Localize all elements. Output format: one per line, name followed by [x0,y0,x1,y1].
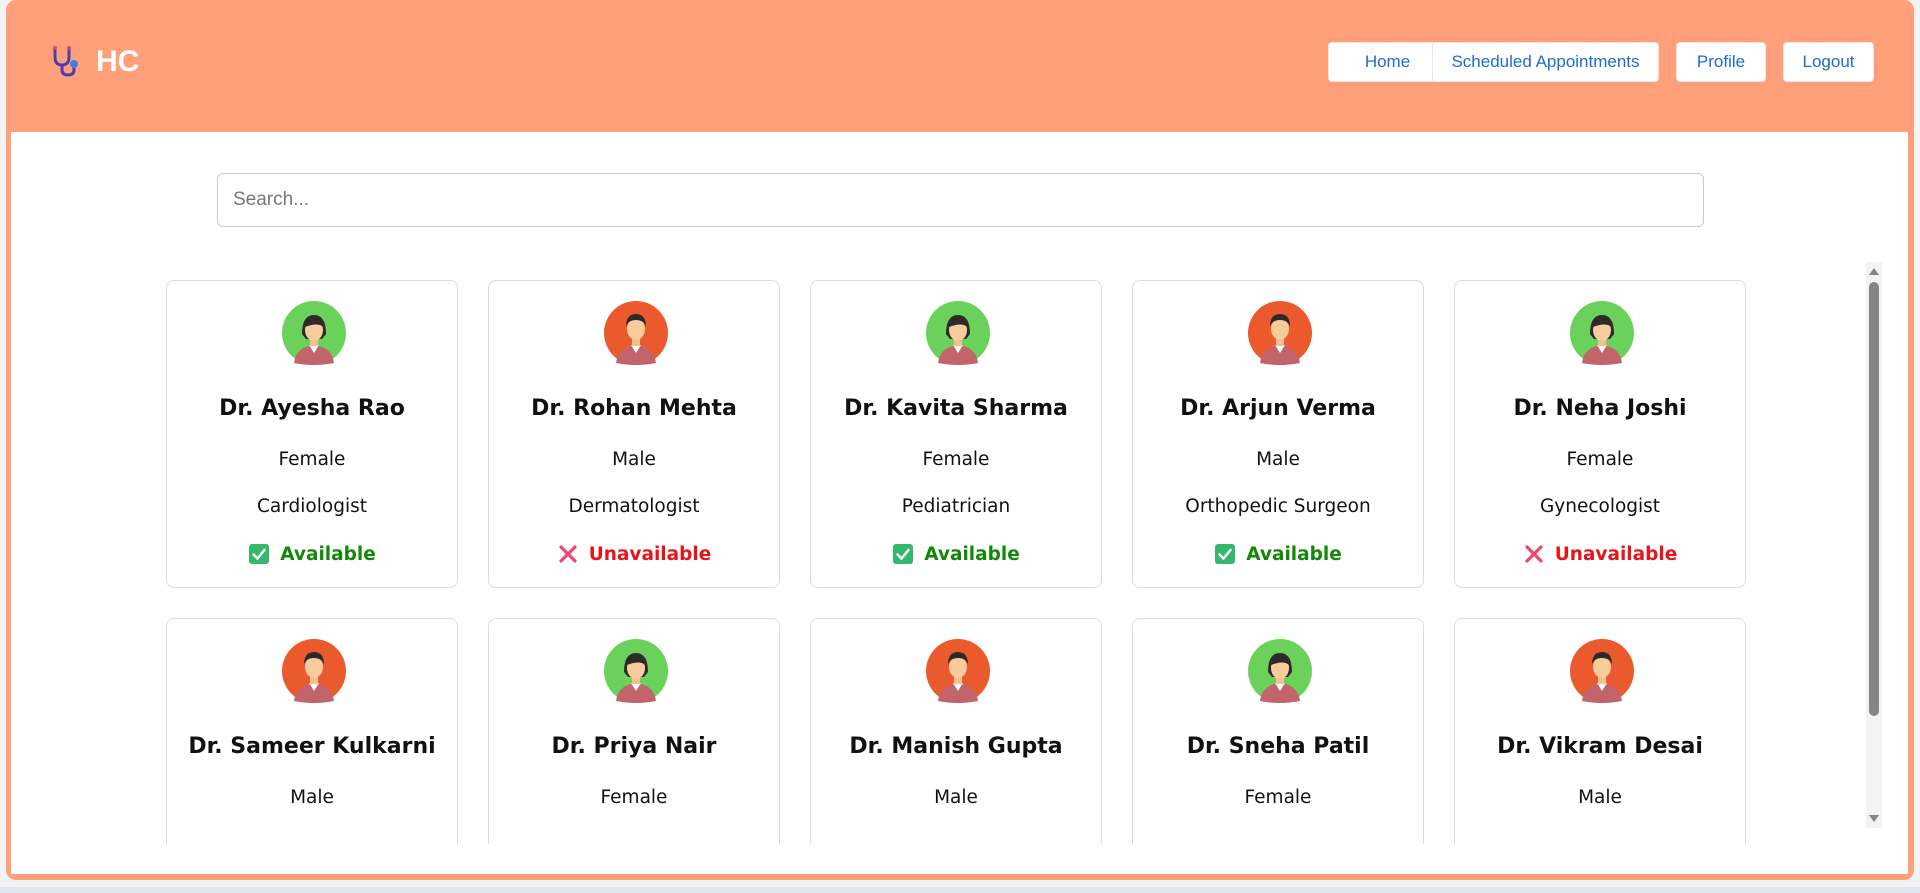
doctor-card[interactable]: Dr. Sameer Kulkarni Male [166,618,458,844]
female-avatar-icon [282,301,346,365]
doctor-card[interactable]: Dr. Neha Joshi Female Gynecologist Unava… [1454,280,1746,588]
male-avatar-icon [604,301,668,365]
nav-home-button[interactable]: Home [1328,42,1447,82]
doctor-name: Dr. Sneha Patil [1186,734,1370,759]
male-avatar-icon [1570,639,1634,703]
male-avatar-icon [1248,301,1312,365]
doctor-gender: Male [1256,449,1300,470]
brand[interactable]: HC [48,44,139,80]
status-label: Unavailable [588,543,712,565]
doctor-gender: Male [290,787,334,808]
nav-appointments-button[interactable]: Scheduled Appointments [1432,42,1659,82]
availability-status: Available [1133,543,1423,565]
doctor-name: Dr. Rohan Mehta [531,396,737,421]
cross-icon [1525,545,1543,563]
doctor-card[interactable]: Dr. Rohan Mehta Male Dermatologist Unava… [488,280,780,588]
status-label: Available [1246,543,1342,565]
bottom-strip [0,887,1920,893]
doctor-specialty: Gynecologist [1539,496,1661,517]
grid-scrollbar[interactable] [1866,262,1882,828]
doctor-name: Dr. Neha Joshi [1513,396,1687,421]
nav-logout-button[interactable]: Logout [1783,42,1874,82]
doctor-card[interactable]: Dr. Kavita Sharma Female Pediatrician Av… [810,280,1102,588]
status-label: Available [924,543,1020,565]
status-label: Unavailable [1554,543,1678,565]
doctor-name: Dr. Arjun Verma [1180,396,1376,421]
availability-status: Unavailable [1455,543,1745,565]
doctor-name: Dr. Kavita Sharma [844,396,1068,421]
female-avatar-icon [1570,301,1634,365]
doctor-name: Dr. Priya Nair [551,734,717,759]
doctor-card[interactable]: Dr. Sneha Patil Female [1132,618,1424,844]
search-input[interactable] [217,173,1704,227]
main-content: Dr. Ayesha Rao Female Cardiologist Avail… [11,132,1908,874]
check-icon [1215,544,1236,564]
doctor-gender: Female [1244,787,1312,808]
female-avatar-icon [604,639,668,703]
status-label: Available [280,543,376,565]
doctor-gender: Female [1566,449,1634,470]
scrollbar-thumb[interactable] [1869,282,1879,716]
header: HC Home Scheduled Appointments Profile L… [6,0,1914,132]
doctor-name: Dr. Vikram Desai [1497,734,1703,759]
doctor-specialty: Dermatologist [568,496,700,517]
male-avatar-icon [926,639,990,703]
doctor-gender: Male [612,449,656,470]
availability-status: Available [167,543,457,565]
doctor-card[interactable]: Dr. Vikram Desai Male [1454,618,1746,844]
brand-name: HC [96,45,140,78]
availability-status: Available [811,543,1101,565]
nav-profile-button[interactable]: Profile [1676,42,1766,82]
doctor-name: Dr. Manish Gupta [849,734,1063,759]
doctor-card[interactable]: Dr. Manish Gupta Male [810,618,1102,844]
stethoscope-icon [53,46,78,77]
male-avatar-icon [282,639,346,703]
doctor-gender: Female [922,449,990,470]
app-frame: HC Home Scheduled Appointments Profile L… [6,0,1914,880]
availability-status: Unavailable [489,543,779,565]
doctor-specialty: Pediatrician [901,496,1011,517]
doctor-name: Dr. Ayesha Rao [219,396,405,421]
scroll-up-arrow-icon[interactable] [1868,266,1880,276]
doctor-specialty: Orthopedic Surgeon [1185,496,1371,517]
doctor-card[interactable]: Dr. Ayesha Rao Female Cardiologist Avail… [166,280,458,588]
doctor-card[interactable]: Dr. Arjun Verma Male Orthopedic Surgeon … [1132,280,1424,588]
check-icon [893,544,914,564]
cross-icon [559,545,577,563]
doctor-gender: Male [1578,787,1622,808]
female-avatar-icon [926,301,990,365]
scroll-down-arrow-icon[interactable] [1868,814,1880,824]
doctor-gender: Female [600,787,668,808]
doctor-gender: Female [278,449,346,470]
female-avatar-icon [1248,639,1312,703]
doctor-name: Dr. Sameer Kulkarni [188,734,436,759]
doctor-card[interactable]: Dr. Priya Nair Female [488,618,780,844]
check-icon [249,544,270,564]
doctor-specialty: Cardiologist [257,496,367,517]
doctor-gender: Male [934,787,978,808]
doctor-grid: Dr. Ayesha Rao Female Cardiologist Avail… [166,280,1746,844]
